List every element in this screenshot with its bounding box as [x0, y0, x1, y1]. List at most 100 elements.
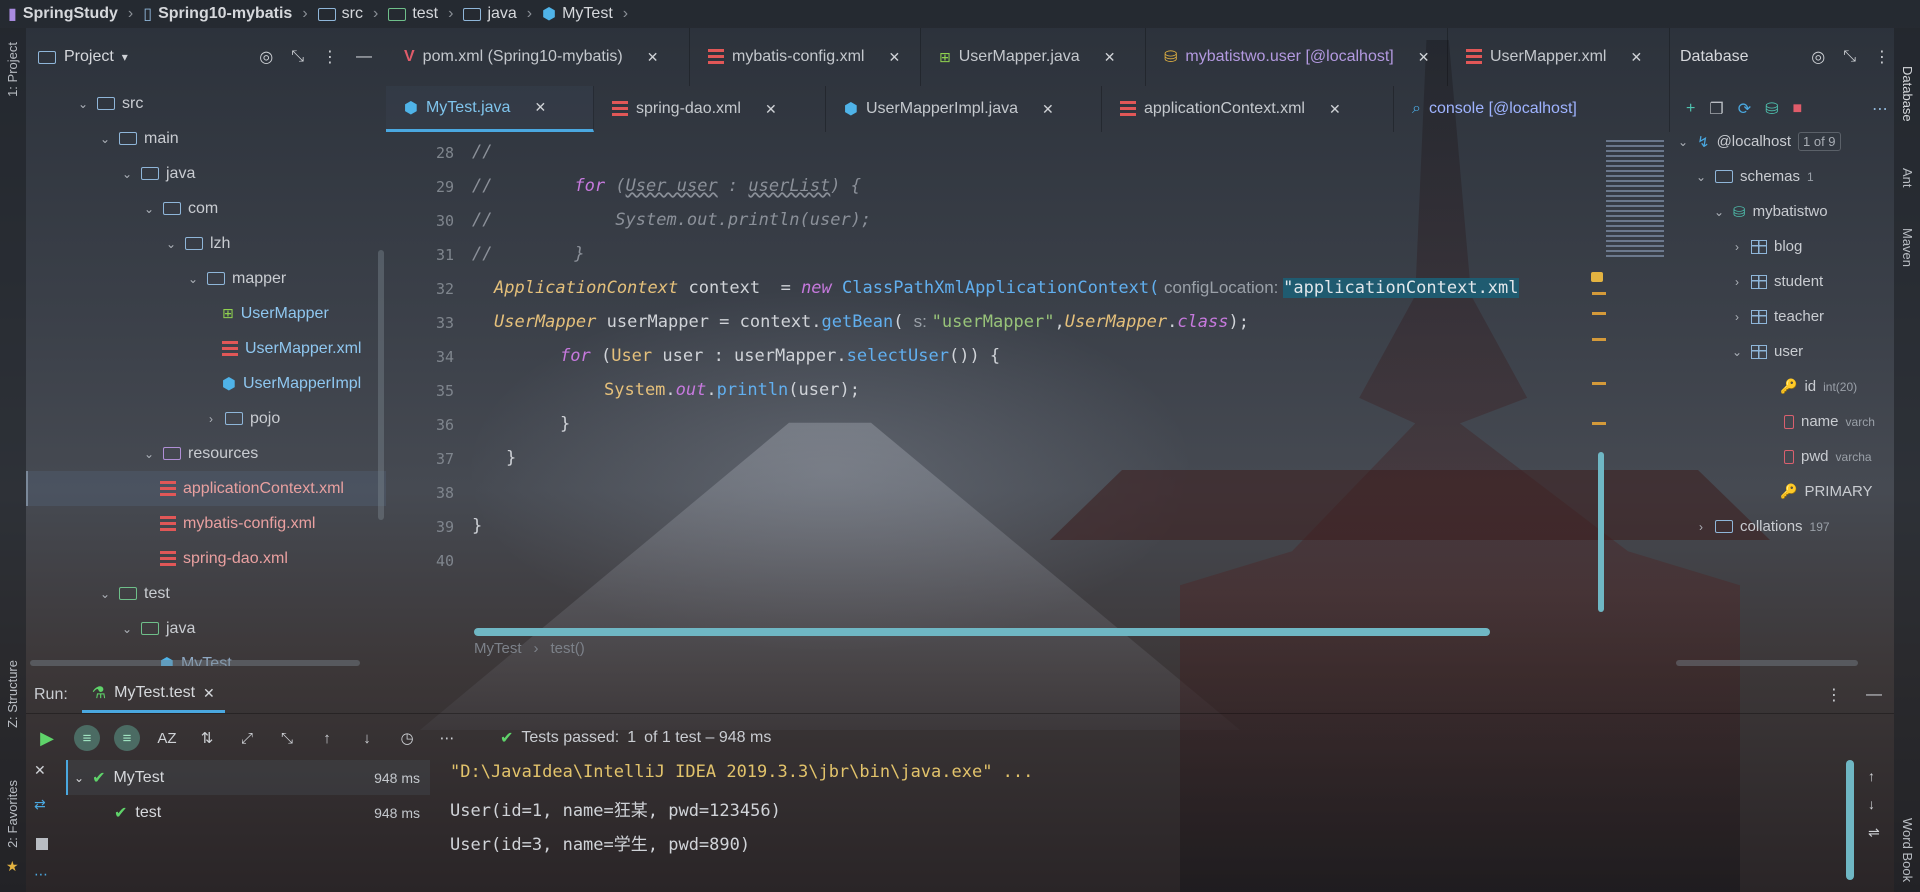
refresh-icon[interactable]: ⟳	[1738, 99, 1751, 119]
db-index-primary[interactable]: 🔑 PRIMARY	[1670, 474, 1894, 509]
tab-usermapperimpl-java[interactable]: ⬢ UserMapperImpl.java ✕	[826, 86, 1102, 132]
stripe-marker[interactable]	[1592, 312, 1606, 315]
code-editor[interactable]: // // for (User user : userList) { // Sy…	[386, 132, 1670, 638]
chevron-right-icon[interactable]: ›	[204, 412, 218, 426]
tree-item-spring-dao-xml[interactable]: spring-dao.xml	[26, 541, 386, 576]
chevron-down-icon[interactable]: ⌄	[120, 622, 134, 636]
db-item-collations[interactable]: › collations 197	[1670, 509, 1894, 544]
tree-item-usermapper[interactable]: ⊞ UserMapper	[26, 296, 386, 331]
next-test-icon[interactable]: ↓	[354, 725, 380, 751]
stripe-marker[interactable]	[1592, 382, 1606, 385]
tree-item-usermapper-xml[interactable]: UserMapper.xml	[26, 331, 386, 366]
more-options-icon[interactable]: ⋮	[322, 47, 338, 67]
hide-icon[interactable]: —	[356, 48, 372, 66]
collapse-icon[interactable]: ⤡	[1843, 48, 1856, 66]
tab-usermapper-xml[interactable]: UserMapper.xml ✕	[1448, 28, 1670, 86]
db-column-name[interactable]: name varch	[1670, 404, 1894, 439]
tab-spring-dao-xml[interactable]: spring-dao.xml ✕	[594, 86, 826, 132]
show-passed-icon[interactable]: ≡	[74, 725, 100, 751]
toggle-icon[interactable]: ⇄	[34, 796, 46, 813]
tree-item-usermapperimpl[interactable]: ⬢ UserMapperImpl	[26, 366, 386, 401]
show-ignored-icon[interactable]: ≡	[114, 725, 140, 751]
warning-marker-icon[interactable]	[1591, 272, 1603, 282]
db-item-table-student[interactable]: › student	[1670, 264, 1894, 299]
project-tree-hscrollbar[interactable]	[30, 660, 360, 666]
hide-icon[interactable]: —	[1866, 686, 1882, 704]
stripe-marker[interactable]	[1592, 292, 1606, 295]
locate-icon[interactable]: ◎	[1811, 47, 1825, 67]
close-icon[interactable]: ✕	[203, 685, 215, 702]
tab-usermapper-java[interactable]: ⊞ UserMapper.java ✕	[921, 28, 1146, 86]
project-view-title[interactable]: Project	[64, 48, 114, 66]
run-console-output[interactable]: "D:\JavaIdea\IntelliJ IDEA 2019.3.3\jbr\…	[430, 760, 1850, 892]
breadcrumb-file[interactable]: ⬢ MyTest	[542, 4, 613, 24]
test-case-row[interactable]: ✔ test 948 ms	[66, 795, 430, 830]
close-icon[interactable]: ✕	[1104, 49, 1116, 66]
run-tab-mytest[interactable]: ⚗ MyTest.test ✕	[81, 676, 225, 713]
tab-pom-xml[interactable]: Vpom.xml (Spring10-mybatis) ✕	[386, 28, 690, 86]
tree-item-mapper[interactable]: ⌄ mapper	[26, 261, 386, 296]
breadcrumb-project[interactable]: ▮ SpringStudy	[8, 4, 118, 24]
more-icon[interactable]: ⋯	[434, 725, 460, 751]
maven-tool-button[interactable]: Maven	[1900, 228, 1915, 267]
code-minimap[interactable]	[1606, 140, 1664, 260]
console-scrollbar[interactable]	[1846, 760, 1854, 880]
more-options-icon[interactable]: ⋮	[1826, 685, 1842, 705]
chevron-right-icon[interactable]: ›	[1730, 275, 1744, 289]
db-item-table-blog[interactable]: › blog	[1670, 229, 1894, 264]
chevron-down-icon[interactable]: ⌄	[76, 97, 90, 111]
soft-wrap-icon[interactable]: ⇌	[1868, 818, 1880, 846]
close-icon[interactable]: ✕	[765, 101, 777, 118]
db-item-schemas[interactable]: ⌄ schemas 1	[1670, 159, 1894, 194]
stripe-marker[interactable]	[1592, 338, 1606, 341]
db-item-host[interactable]: ⌄ ↯ @localhost 1 of 9	[1670, 124, 1894, 159]
scroll-down-icon[interactable]: ↓	[1868, 790, 1880, 818]
history-icon[interactable]: ◷	[394, 725, 420, 751]
close-icon[interactable]: ✕	[888, 49, 900, 66]
expand-all-icon[interactable]: ⤢	[234, 725, 260, 751]
tab-mytest-java[interactable]: ⬢ MyTest.java ✕	[386, 86, 594, 132]
test-suite-row[interactable]: ⌄ ✔ MyTest 948 ms	[66, 760, 430, 795]
db-item-table-user[interactable]: ⌄ user	[1670, 334, 1894, 369]
breadcrumb-test[interactable]: test	[388, 5, 438, 23]
copy-icon[interactable]: ❐	[1709, 99, 1723, 119]
chevron-down-icon[interactable]: ⌄	[1694, 170, 1708, 184]
add-icon[interactable]: +	[1686, 100, 1695, 118]
stripe-marker[interactable]	[1592, 422, 1606, 425]
schema-icon[interactable]: ⛁	[1765, 99, 1778, 119]
chevron-down-icon[interactable]: ⌄	[1730, 345, 1744, 359]
more-icon[interactable]: ⋯	[34, 866, 48, 883]
chevron-down-icon[interactable]: ⌄	[120, 167, 134, 181]
editor-crumb-class[interactable]: MyTest	[474, 640, 522, 657]
favorites-tool-button[interactable]: 2: Favorites	[5, 780, 20, 848]
editor-vertical-scrollbar[interactable]	[1598, 452, 1604, 612]
structure-tool-button[interactable]: Z: Structure	[5, 660, 20, 728]
chevron-down-icon[interactable]: ⌄	[1676, 135, 1690, 149]
db-item-schema[interactable]: ⌄ ⛁ mybatistwo	[1670, 194, 1894, 229]
breadcrumb-module[interactable]: ▯ Spring10-mybatis	[143, 4, 292, 24]
chevron-down-icon[interactable]: ⌄	[142, 447, 156, 461]
editor-horizontal-scrollbar[interactable]	[474, 628, 1490, 636]
tree-item-test[interactable]: ⌄ test	[26, 576, 386, 611]
database-tool-button[interactable]: Database	[1900, 66, 1915, 122]
chevron-right-icon[interactable]: ›	[1730, 310, 1744, 324]
collapse-all-icon[interactable]: ⤡	[274, 725, 300, 751]
sort-alpha-icon[interactable]: AZ	[154, 725, 180, 751]
tree-item-lzh[interactable]: ⌄ lzh	[26, 226, 386, 261]
stop-icon[interactable]: ■	[1793, 100, 1803, 118]
editor-crumb-method[interactable]: test()	[551, 640, 585, 657]
chevron-down-icon[interactable]: ⌄	[186, 272, 200, 286]
chevron-down-icon[interactable]: ⌄	[74, 771, 84, 785]
ant-tool-button[interactable]: Ant	[1900, 168, 1915, 188]
close-icon[interactable]: ✕	[534, 99, 546, 116]
tab-console-localhost[interactable]: ⌕ console [@localhost]	[1394, 86, 1670, 132]
tree-item-applicationcontext-xml[interactable]: applicationContext.xml	[26, 471, 386, 506]
more-icon[interactable]: ⋯	[1872, 99, 1894, 119]
chevron-down-icon[interactable]: ⌄	[142, 202, 156, 216]
rerun-icon[interactable]: ▶	[34, 725, 60, 751]
tree-item-src[interactable]: ⌄ src	[26, 86, 386, 121]
tree-item-pojo[interactable]: › pojo	[26, 401, 386, 436]
chevron-down-icon[interactable]: ▾	[122, 50, 128, 64]
chevron-down-icon[interactable]: ⌄	[98, 132, 112, 146]
star-icon[interactable]: ★	[6, 858, 19, 875]
